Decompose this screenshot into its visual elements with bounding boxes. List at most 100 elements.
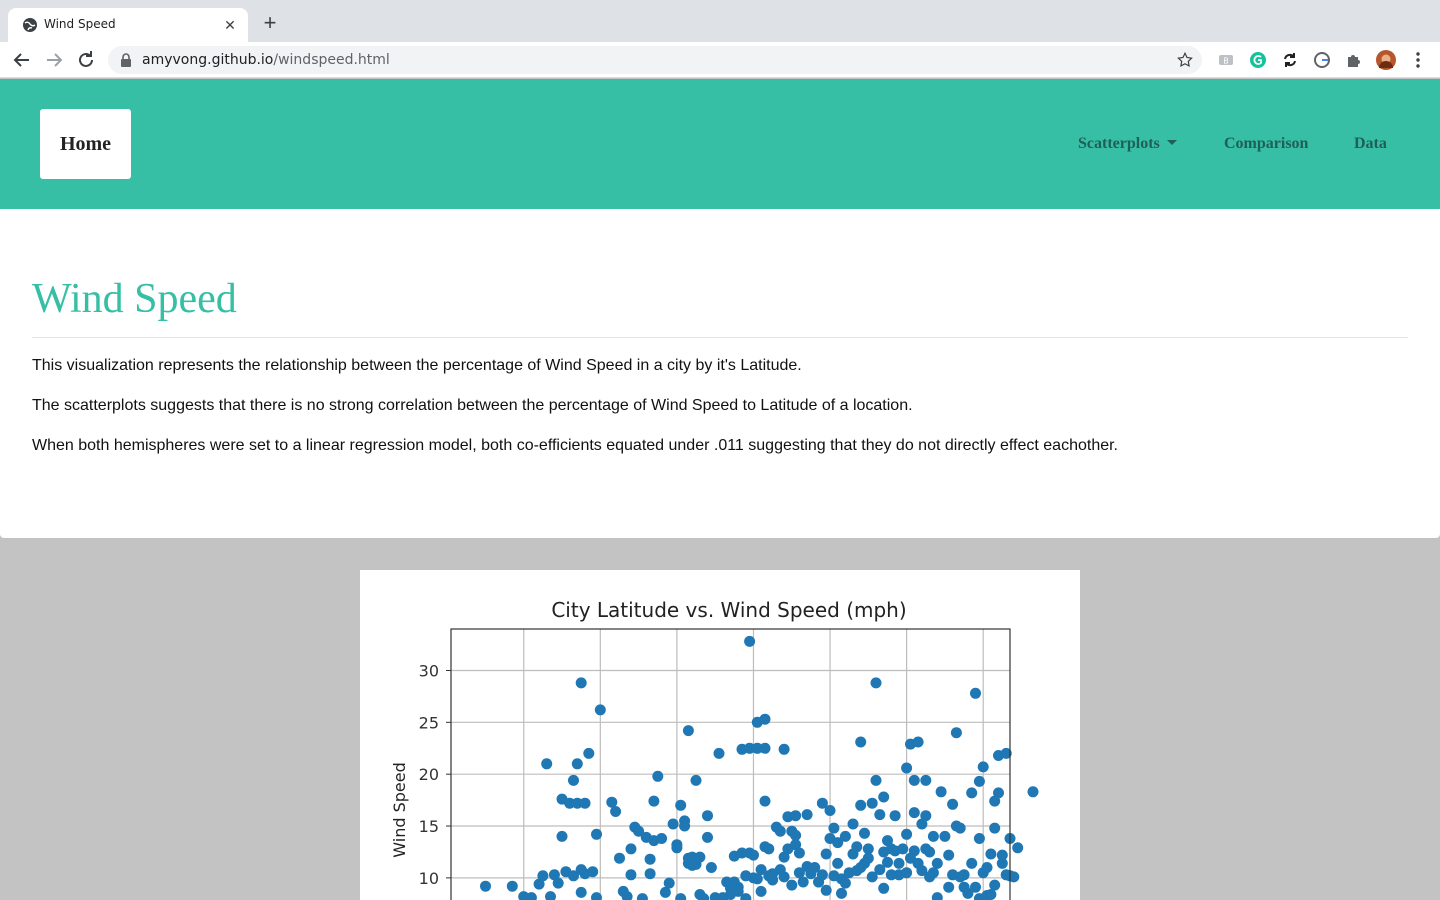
- data-point: [993, 787, 1004, 799]
- data-point: [480, 880, 491, 892]
- caret-down-icon: [1166, 140, 1177, 145]
- data-point: [897, 843, 909, 855]
- data-point: [824, 805, 836, 816]
- data-point: [797, 876, 809, 888]
- content-panel: Wind Speed This visualization represents…: [0, 209, 1440, 538]
- data-point: [939, 830, 951, 842]
- data-point: [859, 827, 870, 839]
- data-point: [878, 791, 890, 803]
- menu-kebab-icon[interactable]: [1408, 50, 1428, 70]
- data-point: [970, 881, 981, 893]
- data-point: [832, 857, 844, 869]
- data-point: [943, 881, 955, 893]
- data-point: [744, 635, 756, 647]
- y-tick-label: 10: [419, 869, 439, 888]
- reload-icon[interactable]: [74, 48, 98, 72]
- data-point: [935, 786, 947, 798]
- description-paragraph-3: When both hemispheres were set to a line…: [32, 437, 1118, 454]
- close-tab-icon[interactable]: ✕: [220, 15, 240, 35]
- data-point: [924, 846, 936, 858]
- profile-avatar[interactable]: [1376, 50, 1396, 70]
- home-button[interactable]: Home: [40, 109, 131, 179]
- data-point: [571, 758, 583, 770]
- data-point: [816, 869, 828, 881]
- data-point: [908, 845, 920, 857]
- data-point: [989, 822, 1001, 834]
- data-point: [552, 877, 564, 889]
- data-point: [855, 736, 867, 748]
- data-point: [755, 885, 767, 897]
- data-point: [977, 761, 989, 773]
- browser-tab[interactable]: Wind Speed ✕: [8, 8, 248, 42]
- data-point: [694, 851, 706, 863]
- data-point: [862, 852, 874, 864]
- data-point: [855, 799, 867, 811]
- data-point: [920, 810, 932, 822]
- data-point: [579, 797, 591, 809]
- comparison-link[interactable]: Comparison: [1224, 135, 1308, 153]
- data-point: [943, 849, 955, 861]
- data-point: [682, 725, 694, 737]
- data-point: [908, 774, 920, 786]
- extension-icon[interactable]: B: [1216, 50, 1236, 70]
- chart-card: 10 15 20 25 30 City Latitude vs. Wind Speed …: [360, 570, 1080, 900]
- data-point: [575, 886, 587, 898]
- new-tab-icon[interactable]: +: [258, 12, 282, 36]
- data-point: [663, 877, 675, 889]
- data-point: [748, 849, 759, 861]
- bookmark-star-icon[interactable]: [1176, 51, 1194, 69]
- data-point: [947, 798, 959, 810]
- svg-text:B: B: [1223, 57, 1229, 66]
- data-point: [901, 867, 913, 879]
- data-point: [866, 797, 878, 809]
- scatterplots-label: Scatterplots: [1078, 135, 1160, 152]
- data-point: [671, 842, 683, 854]
- data-point: [556, 830, 568, 842]
- data-point: [820, 884, 832, 896]
- data-point: [901, 762, 913, 774]
- scatterplots-dropdown[interactable]: Scatterplots: [1078, 135, 1177, 153]
- data-point: [583, 747, 595, 759]
- puzzle-extensions-icon[interactable]: [1344, 50, 1364, 70]
- data-point: [893, 857, 905, 869]
- data-point: [610, 806, 622, 817]
- grammarly-icon[interactable]: [1248, 50, 1268, 70]
- data-point: [966, 787, 978, 799]
- data-point: [1012, 842, 1024, 854]
- data-point: [652, 770, 664, 782]
- data-point: [636, 893, 648, 900]
- data-point: [537, 870, 549, 882]
- data-point: [702, 810, 713, 822]
- data-point: [594, 704, 606, 716]
- data-point: [778, 871, 790, 883]
- data-point: [950, 727, 962, 739]
- site-navbar: Home Scatterplots Comparison Data: [0, 79, 1440, 209]
- sync-icon[interactable]: [1280, 50, 1300, 70]
- chart-points: [480, 635, 1039, 900]
- data-point: [912, 736, 924, 748]
- data-point: [820, 848, 832, 860]
- data-point: [625, 869, 637, 881]
- forward-icon[interactable]: [42, 48, 66, 72]
- data-point: [874, 809, 886, 821]
- browser-toolbar: amyvong.github.io/windspeed.html B: [0, 42, 1440, 78]
- description-paragraph-1: This visualization represents the relati…: [32, 357, 802, 374]
- data-point: [545, 891, 556, 900]
- address-bar[interactable]: amyvong.github.io/windspeed.html: [108, 46, 1202, 74]
- data-point: [644, 853, 656, 865]
- data-point: [836, 887, 847, 899]
- data-point: [839, 830, 851, 842]
- data-point: [973, 775, 985, 787]
- data-point: [759, 795, 771, 807]
- data-point: [656, 833, 668, 844]
- data-point: [625, 843, 637, 855]
- data-point: [981, 862, 993, 873]
- data-point: [591, 828, 602, 840]
- back-icon[interactable]: [10, 48, 34, 72]
- url-text: amyvong.github.io/windspeed.html: [142, 52, 390, 68]
- data-point: [901, 828, 913, 840]
- y-tick-label: 20: [419, 765, 439, 784]
- data-point: [996, 849, 1008, 861]
- data-link[interactable]: Data: [1354, 135, 1387, 153]
- google-extension-icon[interactable]: [1312, 50, 1332, 70]
